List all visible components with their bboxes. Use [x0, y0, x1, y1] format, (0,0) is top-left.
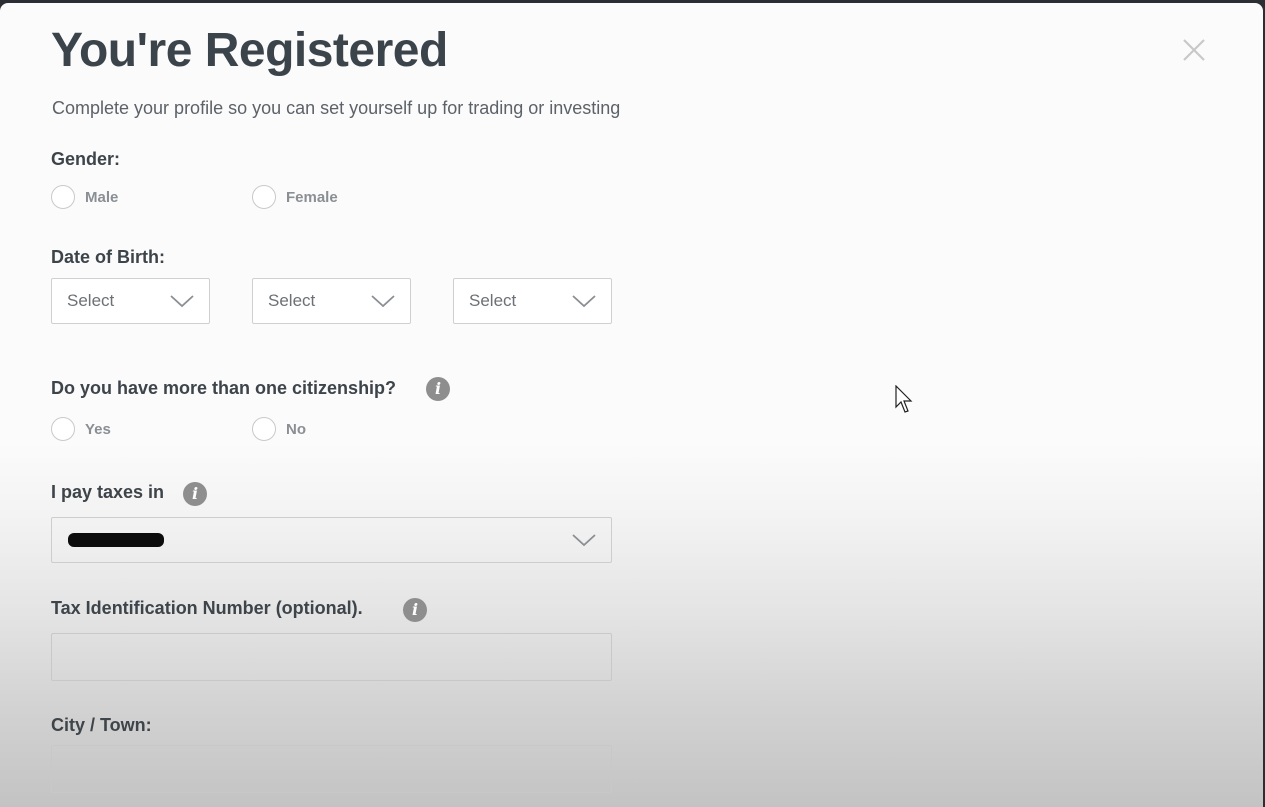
gender-radio-male[interactable]: Male	[51, 185, 118, 209]
close-button[interactable]	[1180, 36, 1208, 64]
gender-radio-female[interactable]: Female	[252, 185, 338, 209]
taxes-label: I pay taxes in	[51, 482, 165, 502]
redacted-value	[68, 533, 164, 547]
city-label: City / Town:	[51, 715, 152, 735]
info-icon[interactable]: i	[183, 482, 207, 506]
select-value: Select	[268, 291, 316, 310]
tin-input[interactable]	[51, 633, 612, 681]
tax-country-select[interactable]	[51, 517, 612, 563]
city-input[interactable]	[51, 745, 612, 793]
dob-day-select[interactable]: Select	[51, 278, 210, 324]
modal-subtitle: Complete your profile so you can set you…	[52, 98, 621, 118]
dob-month-select[interactable]: Select	[252, 278, 411, 324]
radio-circle[interactable]	[252, 417, 276, 441]
citizenship-radio-yes[interactable]: Yes	[51, 417, 111, 441]
close-icon	[1183, 39, 1205, 61]
dob-year-select[interactable]: Select	[453, 278, 612, 324]
select-value: Select	[469, 291, 517, 310]
mouse-cursor-icon	[895, 385, 913, 413]
citizenship-radio-no[interactable]: No	[252, 417, 306, 441]
radio-label: Female	[286, 188, 338, 206]
modal-title: You're Registered	[51, 24, 448, 77]
radio-label: Male	[85, 188, 119, 206]
chevron-down-icon	[371, 295, 395, 308]
info-icon[interactable]: i	[403, 598, 427, 622]
registration-modal: You're Registered Complete your profile …	[0, 3, 1263, 807]
select-value: Select	[67, 291, 115, 310]
chevron-down-icon	[572, 295, 596, 308]
radio-label: No	[286, 420, 306, 438]
dob-label: Date of Birth:	[51, 247, 165, 267]
radio-circle[interactable]	[252, 185, 276, 209]
radio-label: Yes	[85, 420, 111, 438]
tin-label: Tax Identification Number (optional).	[51, 598, 363, 618]
chevron-down-icon	[572, 534, 596, 547]
radio-circle[interactable]	[51, 185, 75, 209]
citizenship-label: Do you have more than one citizenship?	[51, 378, 397, 398]
info-icon[interactable]: i	[426, 377, 450, 401]
chevron-down-icon	[170, 295, 194, 308]
radio-circle[interactable]	[51, 417, 75, 441]
gender-label: Gender:	[51, 149, 121, 169]
